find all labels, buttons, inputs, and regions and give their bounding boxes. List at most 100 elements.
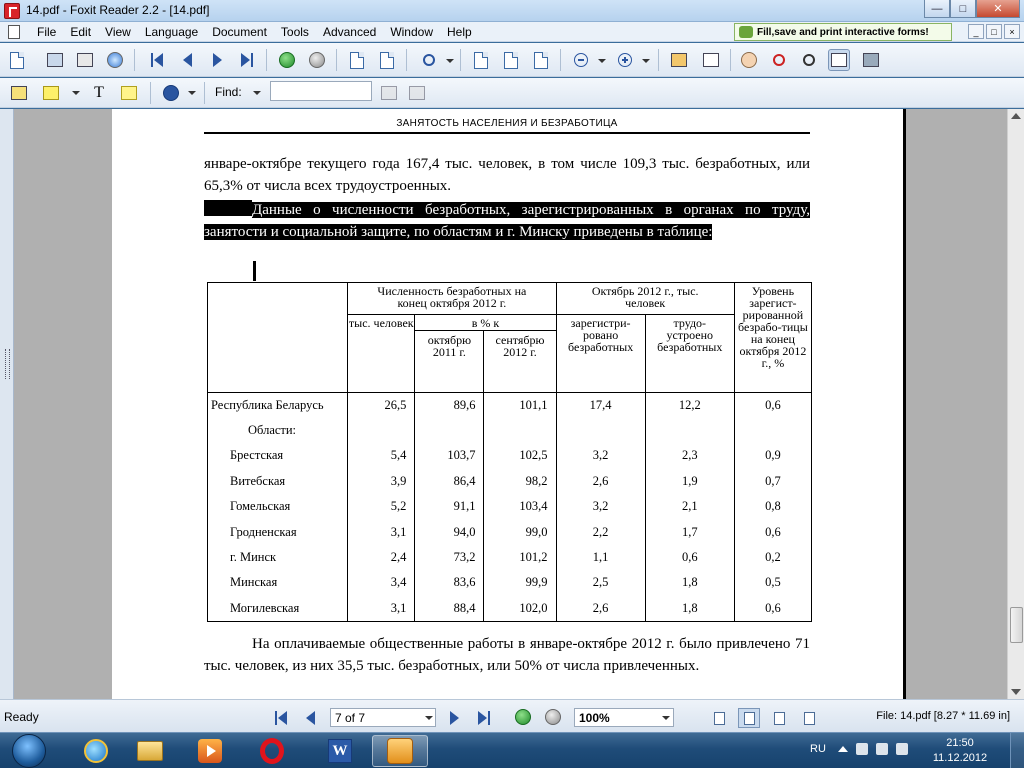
zoom-level-dropdown[interactable]	[662, 716, 670, 720]
start-button[interactable]	[4, 733, 54, 768]
zoom-tool-button[interactable]	[418, 49, 440, 71]
email-button[interactable]	[104, 49, 126, 71]
show-desktop-button[interactable]	[1010, 733, 1024, 768]
typewriter-text-button[interactable]: T	[88, 82, 110, 104]
menu-window[interactable]: Window	[383, 24, 440, 40]
view-facing[interactable]	[768, 708, 790, 728]
cell-thousands: 3,1	[347, 519, 416, 545]
bookmarks-button[interactable]	[668, 49, 690, 71]
find-previous-button[interactable]	[378, 82, 400, 104]
network-icon[interactable]	[876, 743, 888, 755]
last-page-button[interactable]	[236, 49, 258, 71]
status-next-page-icon	[450, 711, 459, 725]
page-number-field[interactable]: 7 of 7	[330, 708, 436, 727]
menu-help[interactable]: Help	[440, 24, 479, 40]
last-page-icon	[240, 53, 250, 67]
cell-registered: 17,4	[555, 391, 646, 418]
back-button[interactable]	[276, 49, 298, 71]
taskbar-ie[interactable]	[68, 735, 124, 767]
zoom-out-dropdown[interactable]	[598, 59, 606, 63]
menu-tools[interactable]: Tools	[274, 24, 316, 40]
doc-minimize-button[interactable]: _	[968, 24, 984, 39]
info-dropdown[interactable]	[188, 91, 196, 95]
fit-page-button[interactable]	[500, 49, 522, 71]
vertical-scrollbar[interactable]	[1007, 109, 1024, 699]
typewriter-button[interactable]	[828, 49, 850, 71]
status-next-page-button[interactable]	[450, 711, 459, 725]
snapshot-tool-button[interactable]	[860, 49, 882, 71]
view-continuous[interactable]	[738, 708, 760, 728]
rotate-button[interactable]	[376, 49, 398, 71]
hand-tool-button[interactable]	[738, 49, 760, 71]
page-number-dropdown[interactable]	[425, 716, 433, 720]
document-menu-icon[interactable]	[8, 25, 20, 39]
scroll-up-icon[interactable]	[1011, 113, 1021, 119]
menu-document[interactable]: Document	[205, 24, 274, 40]
zoom-in-dropdown[interactable]	[642, 59, 650, 63]
minimize-button[interactable]: —	[924, 0, 950, 18]
foxit-app-icon[interactable]	[4, 3, 20, 19]
scroll-thumb[interactable]	[1010, 607, 1023, 643]
foxit-reader-icon	[387, 738, 413, 764]
open-button[interactable]	[6, 49, 28, 71]
navigation-panel-handle[interactable]	[0, 109, 14, 699]
info-button[interactable]	[160, 82, 182, 104]
zoom-level-field[interactable]: 100%	[574, 708, 674, 727]
status-back-button[interactable]	[512, 706, 534, 728]
zoom-out-button[interactable]	[570, 49, 592, 71]
status-first-page-button[interactable]	[275, 711, 287, 725]
actual-size-button[interactable]	[470, 49, 492, 71]
taskbar-opera[interactable]	[244, 735, 300, 767]
paragraph-2-selected[interactable]: Данные о численности безработных, зареги…	[204, 199, 810, 243]
close-button[interactable]: ✕	[976, 0, 1020, 18]
flag-icon[interactable]	[856, 743, 868, 755]
find-next-button[interactable]	[406, 82, 428, 104]
row-label: Брестская	[206, 443, 349, 469]
taskbar-explorer[interactable]	[122, 735, 178, 767]
fit-width-button[interactable]	[530, 49, 552, 71]
zoom-tool-dropdown[interactable]	[446, 59, 454, 63]
status-last-page-button[interactable]	[478, 711, 491, 725]
language-indicator[interactable]: RU	[810, 743, 826, 755]
first-page-button[interactable]	[146, 49, 168, 71]
single-page-button[interactable]	[346, 49, 368, 71]
snapshot-button[interactable]	[700, 49, 722, 71]
maximize-button[interactable]: □	[950, 0, 976, 18]
doc-close-button[interactable]: ×	[1004, 24, 1020, 39]
forms-promo-link[interactable]: Fill,save and print interactive forms!	[734, 23, 952, 41]
menu-language[interactable]: Language	[138, 24, 205, 40]
find-input[interactable]	[270, 81, 372, 101]
previous-page-button[interactable]	[176, 49, 198, 71]
taskbar-word[interactable]: W	[312, 735, 368, 767]
volume-icon[interactable]	[896, 743, 908, 755]
highlight-dropdown[interactable]	[72, 91, 80, 95]
menu-advanced[interactable]: Advanced	[316, 24, 383, 40]
menu-view[interactable]: View	[98, 24, 138, 40]
zoom-in-button[interactable]	[614, 49, 636, 71]
view-continuous-facing[interactable]	[798, 708, 820, 728]
note-button[interactable]	[118, 82, 140, 104]
status-previous-page-button[interactable]	[306, 711, 315, 725]
clock[interactable]: 21:50 11.12.2012	[930, 736, 990, 766]
taskbar-media-player[interactable]	[182, 735, 238, 767]
highlight-button[interactable]	[40, 82, 62, 104]
forward-button[interactable]	[306, 49, 328, 71]
scroll-down-icon[interactable]	[1011, 689, 1021, 695]
view-single-page[interactable]	[708, 708, 730, 728]
next-page-button[interactable]	[206, 49, 228, 71]
select-text-button[interactable]	[768, 49, 790, 71]
save-button[interactable]	[44, 49, 66, 71]
pencil-button[interactable]	[8, 82, 30, 104]
doc-restore-button[interactable]: □	[986, 24, 1002, 39]
menu-edit[interactable]: Edit	[63, 24, 98, 40]
show-hidden-icons-icon[interactable]	[838, 746, 848, 752]
annotation-toolbar: T Find:	[0, 78, 1024, 108]
paragraph-1: январе-октябре текущего года 167,4 тыс. …	[204, 156, 810, 194]
find-options-dropdown[interactable]	[253, 91, 261, 95]
status-forward-button[interactable]	[542, 706, 564, 728]
pdf-page[interactable]: ЗАНЯТОСТЬ НАСЕЛЕНИЯ И БЕЗРАБОТИЦА январе…	[112, 109, 906, 699]
taskbar-foxit-reader[interactable]	[372, 735, 428, 767]
menu-file[interactable]: File	[30, 24, 63, 40]
find-button[interactable]	[798, 49, 820, 71]
print-button[interactable]	[74, 49, 96, 71]
